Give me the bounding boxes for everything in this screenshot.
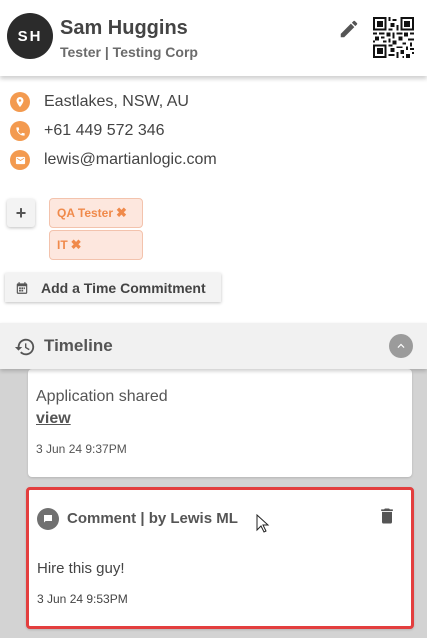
contact-location: Eastlakes, NSW, AU [10,90,189,114]
phone-icon [10,121,30,141]
entry-timestamp: 3 Jun 24 9:37PM [36,442,127,456]
view-link[interactable]: view [36,410,71,428]
remove-tag-icon[interactable]: ✖ [116,205,127,221]
comment-message: Hire this guy! [37,560,125,577]
collapse-timeline-button[interactable] [389,334,413,358]
cursor-icon [256,514,270,533]
calendar-icon [16,281,28,294]
time-commitment-label: Add a Time Commitment [41,279,206,296]
location-text: Eastlakes, NSW, AU [44,93,189,110]
contact-email[interactable]: lewis@martianlogic.com [10,148,217,172]
add-time-commitment-button[interactable]: Add a Time Commitment [5,273,221,302]
location-icon [10,92,30,112]
entry-message: Application shared [36,388,168,405]
avatar: SH [7,13,53,59]
profile-header: SH Sam Huggins Tester | Testing Corp [0,0,427,76]
tag-label: QA Tester [57,206,114,220]
comment-entry: Comment | by Lewis ML Hire this guy! 3 J… [26,487,414,629]
comment-title: Comment | by Lewis ML [67,510,238,527]
remove-tag-icon[interactable]: ✖ [71,237,82,253]
timeline-entry: Application shared view 3 Jun 24 9:37PM [28,369,412,477]
qr-code-icon[interactable] [373,17,414,58]
email-icon [10,150,30,170]
pencil-icon[interactable] [338,18,360,40]
email-text[interactable]: lewis@martianlogic.com [44,151,217,169]
contact-phone[interactable]: +61 449 572 346 [10,119,165,143]
comment-icon [37,508,59,530]
history-icon [14,338,35,356]
tag-it: IT ✖ [49,230,143,260]
timeline-header: Timeline [0,323,427,369]
timeline-title: Timeline [44,336,113,355]
chevron-up-icon [397,343,405,348]
candidate-role: Tester | Testing Corp [60,44,198,60]
tag-label: IT [57,238,68,252]
phone-text[interactable]: +61 449 572 346 [44,122,165,140]
add-tag-button[interactable]: + [7,199,35,227]
trash-icon[interactable] [377,505,397,527]
tag-qa-tester: QA Tester ✖ [49,198,143,228]
comment-timestamp: 3 Jun 24 9:53PM [37,592,128,606]
candidate-name: Sam Huggins [60,17,188,39]
